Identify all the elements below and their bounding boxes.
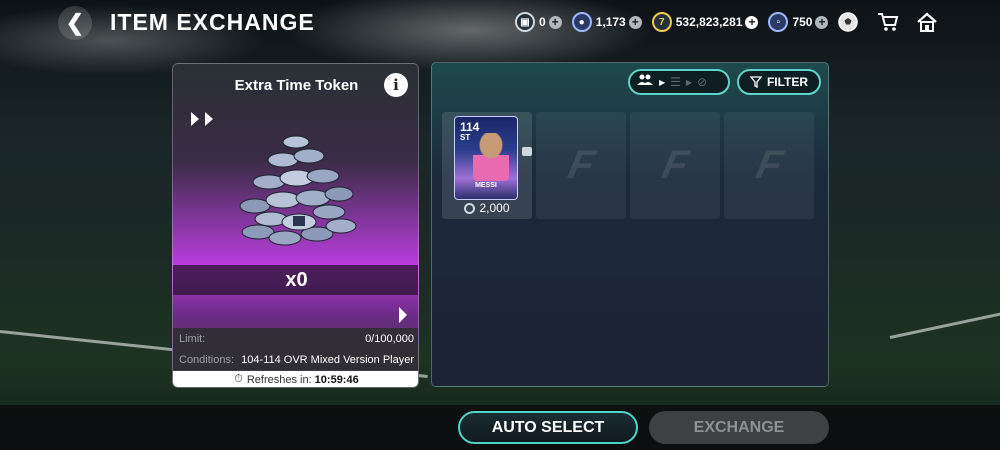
- filter-button[interactable]: FILTER: [737, 69, 821, 95]
- empty-slot[interactable]: F: [536, 112, 626, 219]
- refresh-label: Refreshes in:: [246, 373, 312, 386]
- empty-slot[interactable]: F: [724, 112, 814, 219]
- add-coins-button[interactable]: +: [745, 15, 759, 29]
- fc-logo-icon: F: [564, 143, 599, 187]
- conditions-value: 104-114 OVR Mixed Version Player: [241, 353, 414, 366]
- token-quantity: x0: [173, 265, 418, 295]
- pitch-line: [889, 311, 1000, 339]
- refresh-time: 10:59:46: [314, 373, 359, 386]
- token-card: Extra Time Token i x0 Limit: 0/100,000 C…: [172, 63, 419, 388]
- no-duplicate-icon: ⊘: [697, 75, 708, 89]
- currency-value: 0: [539, 15, 546, 29]
- next-arrow-button[interactable]: [398, 306, 408, 329]
- player-position: ST: [460, 133, 471, 142]
- currency-player-token: ● 1,173 +: [571, 12, 642, 32]
- users-icon: [636, 73, 654, 91]
- empty-slot[interactable]: F: [630, 112, 720, 219]
- coins-icon: 7: [651, 12, 672, 32]
- token-pile-image: [233, 134, 363, 249]
- fc-logo-icon: F: [658, 143, 693, 187]
- player-portrait: [473, 133, 509, 181]
- fast-forward-icon: [189, 111, 217, 132]
- currency-extra-time-token: ▣ 0 +: [515, 12, 562, 32]
- chevron-left-icon: ❮: [65, 10, 85, 35]
- cost-value: 2,000: [479, 201, 510, 215]
- home-icon[interactable]: [915, 10, 939, 34]
- token-icon: [464, 202, 476, 214]
- filter-label: FILTER: [766, 75, 809, 89]
- info-icon[interactable]: i: [384, 73, 408, 97]
- currency-fc-points: ▫ 750 +: [768, 12, 829, 32]
- player-rating: 114: [460, 120, 480, 134]
- player-name: MESSI: [475, 182, 497, 189]
- currency-value: 750: [792, 15, 813, 29]
- currency-value: 532,823,281: [675, 15, 743, 29]
- refresh-timer: ⏱ Refreshes in: 10:59:46: [173, 371, 418, 387]
- stack-icon: ☰: [670, 75, 681, 89]
- add-fc-points-button[interactable]: +: [815, 15, 829, 29]
- sort-toggle-group[interactable]: ▶ ☰ ▶ ⊘: [628, 69, 730, 95]
- currency-bar: ▣ 0 + ● 1,173 + 7 532,823,281 + ▫ 750 +: [515, 10, 838, 34]
- player-cost: 2,000: [442, 201, 532, 215]
- exchange-button[interactable]: EXCHANGE: [649, 411, 829, 444]
- page-title: ITEM EXCHANGE: [110, 9, 315, 35]
- add-player-token-button[interactable]: +: [628, 15, 642, 29]
- player-token-icon: ●: [571, 12, 592, 32]
- add-token-button[interactable]: +: [548, 15, 562, 29]
- limit-value: 0/100,000: [365, 332, 414, 345]
- chevron-right-icon: ▶: [659, 77, 666, 87]
- token-icon: ▣: [515, 12, 535, 32]
- ball-icon[interactable]: [836, 10, 860, 34]
- player-card: 114 ST MESSI: [454, 116, 518, 200]
- cart-icon[interactable]: [876, 10, 900, 34]
- stopwatch-icon: ⏱: [234, 373, 243, 385]
- fc-logo-icon: F: [752, 143, 787, 187]
- currency-coins: 7 532,823,281 +: [651, 12, 759, 32]
- stack-badge-icon: [522, 147, 532, 156]
- limit-row: Limit: 0/100,000: [179, 328, 414, 349]
- limit-label: Limit:: [179, 332, 206, 345]
- auto-select-button[interactable]: AUTO SELECT: [458, 411, 638, 444]
- funnel-icon: [749, 76, 762, 88]
- conditions-row: Conditions: 104-114 OVR Mixed Version Pl…: [179, 349, 414, 370]
- player-slot[interactable]: 114 ST MESSI 2,000: [442, 112, 532, 219]
- token-title: Extra Time Token: [234, 77, 359, 94]
- token-details: Limit: 0/100,000 Conditions: 104-114 OVR…: [173, 328, 418, 370]
- player-selection-panel: ▶ ☰ ▶ ⊘ FILTER 114 ST MESSI 2,000 F F F: [431, 62, 829, 387]
- conditions-label: Conditions:: [179, 353, 235, 366]
- fc-points-icon: ▫: [768, 12, 789, 32]
- currency-value: 1,173: [595, 15, 626, 29]
- back-button[interactable]: ❮: [58, 6, 92, 40]
- chevron-right-icon: ▶: [685, 77, 693, 87]
